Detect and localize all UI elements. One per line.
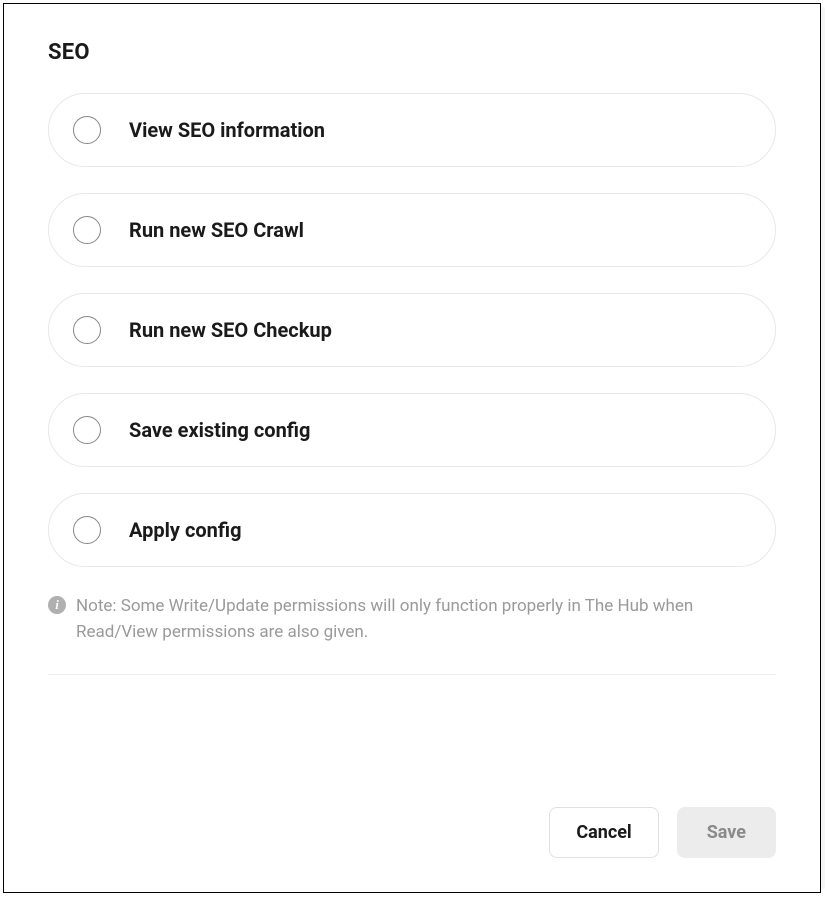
option-apply-config[interactable]: Apply config	[48, 493, 776, 567]
option-label: Apply config	[129, 518, 242, 542]
option-label: Save existing config	[129, 418, 310, 442]
checkbox-icon[interactable]	[73, 216, 101, 244]
cancel-button[interactable]: Cancel	[549, 807, 658, 858]
note-text: Note: Some Write/Update permissions will…	[76, 593, 776, 646]
info-icon: i	[48, 596, 66, 614]
option-run-new-seo-crawl[interactable]: Run new SEO Crawl	[48, 193, 776, 267]
section-title: SEO	[48, 40, 776, 65]
divider	[48, 674, 776, 675]
modal-content: SEO View SEO information Run new SEO Cra…	[4, 4, 820, 646]
modal-footer: Cancel Save	[4, 779, 820, 892]
option-run-new-seo-checkup[interactable]: Run new SEO Checkup	[48, 293, 776, 367]
permissions-note: i Note: Some Write/Update permissions wi…	[48, 593, 776, 646]
option-view-seo-information[interactable]: View SEO information	[48, 93, 776, 167]
option-save-existing-config[interactable]: Save existing config	[48, 393, 776, 467]
checkbox-icon[interactable]	[73, 416, 101, 444]
save-button[interactable]: Save	[677, 807, 776, 858]
checkbox-icon[interactable]	[73, 516, 101, 544]
checkbox-icon[interactable]	[73, 116, 101, 144]
permissions-modal: SEO View SEO information Run new SEO Cra…	[3, 3, 821, 893]
checkbox-icon[interactable]	[73, 316, 101, 344]
option-label: View SEO information	[129, 118, 325, 142]
option-label: Run new SEO Crawl	[129, 218, 304, 242]
option-label: Run new SEO Checkup	[129, 318, 332, 342]
